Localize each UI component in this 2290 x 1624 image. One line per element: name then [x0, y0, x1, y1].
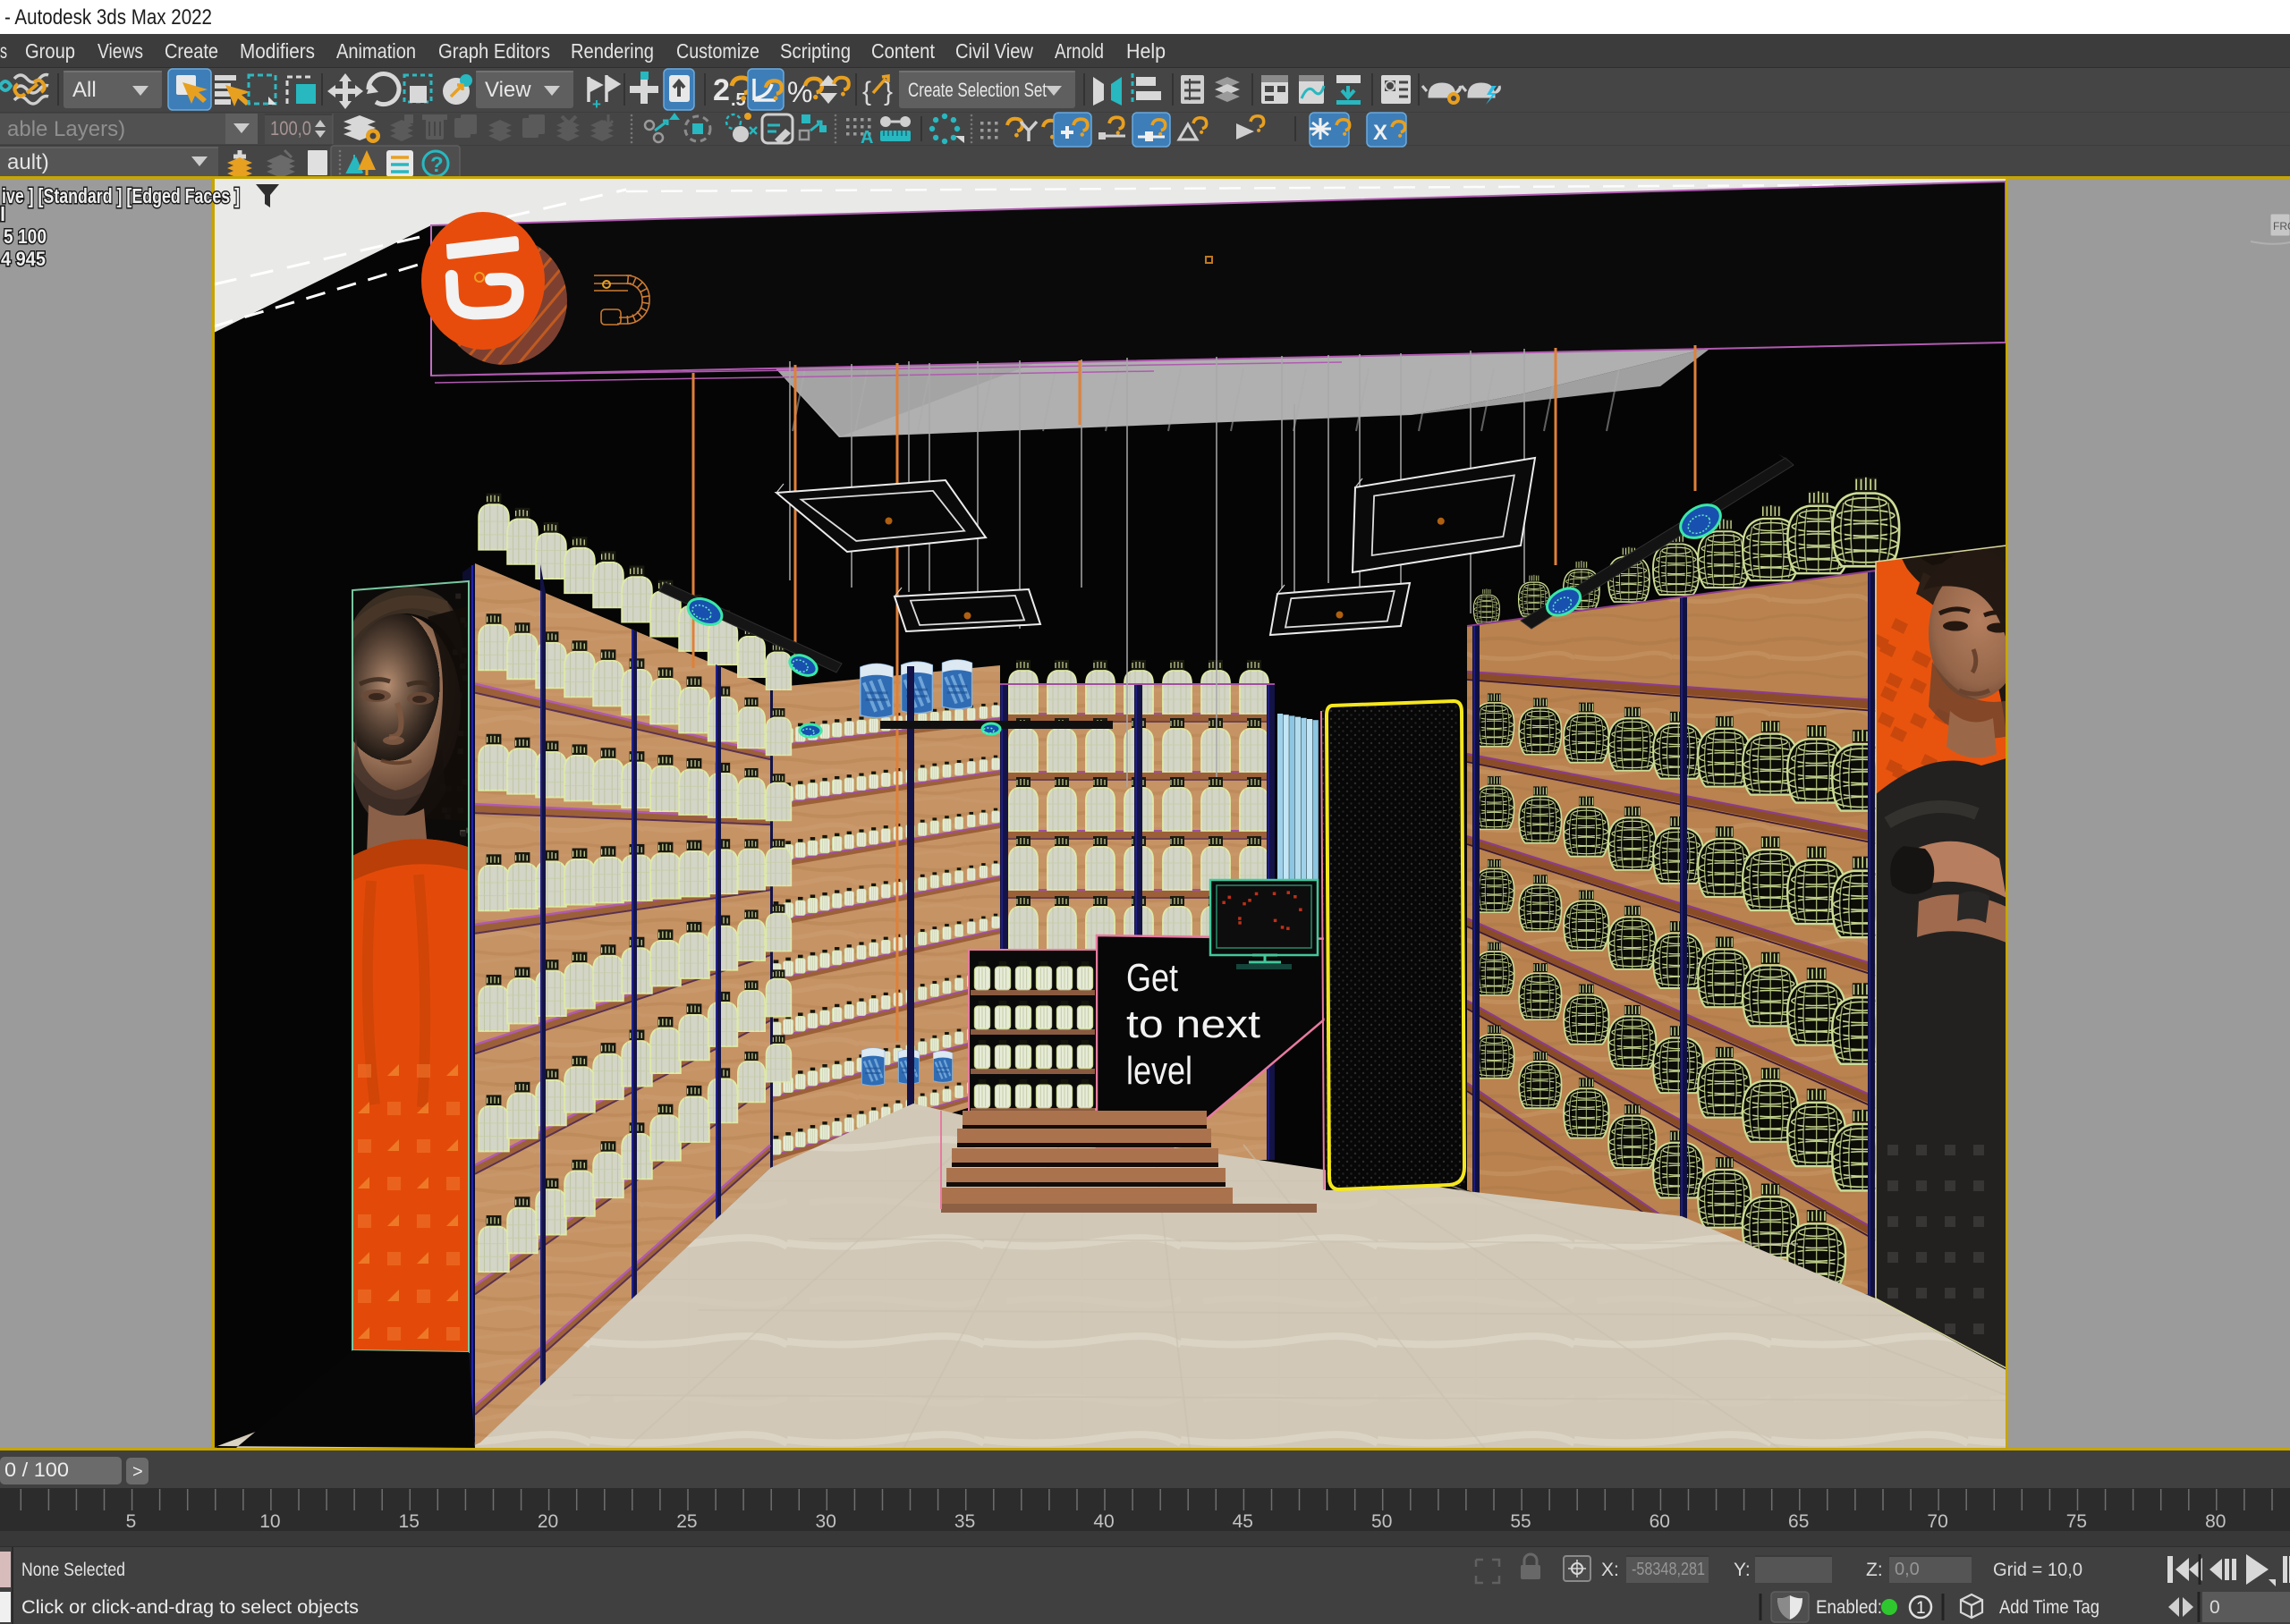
svg-text:Scripting: Scripting: [780, 39, 851, 63]
svg-text:Views: Views: [98, 39, 143, 63]
svg-text:Group: Group: [25, 39, 75, 63]
svg-text:View: View: [485, 78, 531, 102]
svg-text:0: 0: [2209, 1597, 2220, 1618]
svg-text:Y:: Y:: [1734, 1560, 1751, 1580]
svg-text:4 945: 4 945: [1, 248, 46, 270]
svg-text:?: ?: [430, 153, 444, 177]
svg-text:15: 15: [399, 1511, 420, 1532]
svg-text:Graph Editors: Graph Editors: [438, 39, 550, 63]
svg-text:0,0: 0,0: [1895, 1560, 1920, 1579]
svg-text:ive ] [Standard ] [Edged Fac: ive ] [Standard ] [Edged Faces ]: [2, 184, 240, 207]
svg-text:+: +: [592, 96, 601, 113]
svg-text:25: 25: [676, 1511, 697, 1532]
svg-text:1: 1: [1916, 1599, 1926, 1618]
svg-text:Rendering: Rendering: [571, 39, 654, 63]
svg-text:65: 65: [1788, 1511, 1809, 1532]
svg-text:able Layers): able Layers): [7, 117, 125, 141]
svg-text:0 / 100: 0 / 100: [4, 1459, 69, 1481]
svg-text:l: l: [0, 203, 5, 225]
svg-text:100,0: 100,0: [270, 117, 311, 140]
svg-text:70: 70: [1927, 1511, 1947, 1532]
svg-text:Grid = 10,0: Grid = 10,0: [1993, 1560, 2082, 1580]
svg-text:Customize: Customize: [676, 39, 759, 63]
svg-text:75: 75: [2066, 1511, 2087, 1532]
svg-text:Click or click-and-drag to sel: Click or click-and-drag to select object…: [21, 1597, 359, 1618]
svg-text:50: 50: [1371, 1511, 1392, 1532]
svg-text:Add Time Tag: Add Time Tag: [1999, 1597, 2099, 1618]
svg-text:Enabled:: Enabled:: [1816, 1597, 1882, 1618]
svg-text:X: X: [1373, 121, 1387, 145]
svg-text:Arnold: Arnold: [1055, 39, 1104, 63]
svg-text:30: 30: [816, 1511, 836, 1532]
svg-text:-58348,281: -58348,281: [1632, 1560, 1705, 1579]
svg-text:Content: Content: [871, 39, 936, 63]
svg-text:45: 45: [1233, 1511, 1253, 1532]
svg-text:40: 40: [1093, 1511, 1114, 1532]
svg-text:Create Selection Set: Create Selection Set: [908, 79, 1047, 101]
svg-text:10: 10: [259, 1511, 280, 1532]
svg-text:Civil View: Civil View: [955, 39, 1033, 63]
svg-text:Animation: Animation: [336, 39, 416, 63]
svg-text:X:: X:: [1601, 1560, 1619, 1580]
svg-text:{: {: [862, 77, 871, 106]
svg-text:20: 20: [538, 1511, 558, 1532]
svg-text:80: 80: [2205, 1511, 2226, 1532]
svg-text:FRO: FRO: [2273, 220, 2290, 233]
svg-text:s: s: [0, 39, 7, 63]
svg-text:Modifiers: Modifiers: [240, 39, 315, 63]
svg-text:Help: Help: [1126, 39, 1166, 63]
svg-text:Get: Get: [1126, 956, 1178, 1000]
svg-text:- Autodesk 3ds Max 2022: - Autodesk 3ds Max 2022: [4, 5, 212, 30]
svg-text:All: All: [72, 78, 97, 102]
svg-text:Create: Create: [165, 39, 218, 63]
svg-text:2: 2: [713, 73, 730, 107]
svg-text:to next: to next: [1126, 1002, 1260, 1046]
svg-text:level: level: [1126, 1049, 1192, 1093]
svg-text:55: 55: [1510, 1511, 1531, 1532]
svg-text:None Selected: None Selected: [21, 1560, 125, 1580]
svg-text:5 100: 5 100: [4, 225, 47, 248]
svg-text:Z:: Z:: [1866, 1560, 1883, 1580]
svg-text:>: >: [132, 1462, 143, 1482]
svg-text:60: 60: [1650, 1511, 1670, 1532]
svg-text:ault): ault): [7, 150, 49, 174]
svg-text:5: 5: [126, 1511, 137, 1532]
svg-text:A: A: [861, 128, 873, 148]
svg-text:35: 35: [954, 1511, 975, 1532]
